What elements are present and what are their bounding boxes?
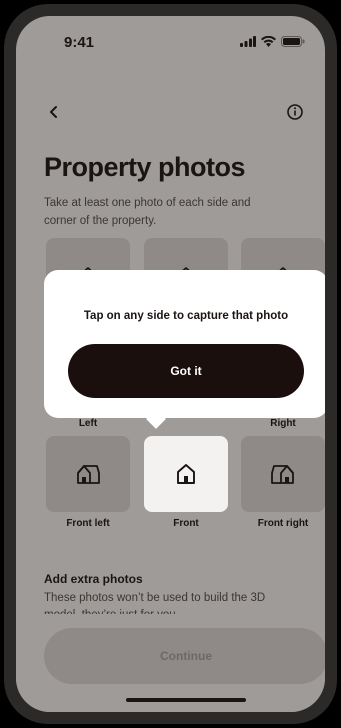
tile-label-front: Front — [173, 518, 199, 529]
continue-button[interactable]: Continue — [44, 628, 325, 684]
info-button[interactable] — [283, 100, 307, 124]
page-title: Property photos — [44, 152, 246, 182]
wifi-icon — [261, 36, 276, 47]
extra-photos-title: Add extra photos — [44, 572, 143, 586]
got-it-button[interactable]: Got it — [68, 344, 304, 398]
tile-front-right[interactable] — [241, 436, 325, 512]
signal-icon — [240, 36, 256, 47]
tile-front-left[interactable] — [46, 436, 130, 512]
status-bar: 9:41 — [16, 16, 325, 64]
chevron-left-icon — [50, 106, 57, 118]
house-corner-icon — [271, 465, 294, 484]
house-corner-icon — [77, 465, 100, 484]
screen: 9:41 Property photos Take at least one p… — [16, 16, 325, 712]
system-icons — [240, 36, 305, 47]
home-indicator — [126, 698, 246, 702]
phone-frame: 9:41 Property photos Take at least one p… — [4, 4, 337, 724]
tile-front[interactable] — [144, 436, 228, 512]
back-button[interactable] — [42, 100, 66, 124]
popup-message: Tap on any side to capture that photo — [83, 310, 289, 322]
info-icon — [287, 104, 303, 120]
page-subtitle: Take at least one photo of each side and… — [44, 197, 251, 227]
battery-icon — [281, 36, 305, 47]
tile-label-right: Right — [270, 418, 296, 429]
tile-label-left: Left — [78, 418, 98, 429]
tile-label-front-right: Front right — [257, 518, 309, 529]
status-time: 9:41 — [64, 34, 95, 51]
house-icon — [177, 464, 195, 484]
tile-label-front-left: Front left — [66, 518, 110, 529]
tooltip-popup: Tap on any side to capture that photo Go… — [44, 270, 325, 418]
